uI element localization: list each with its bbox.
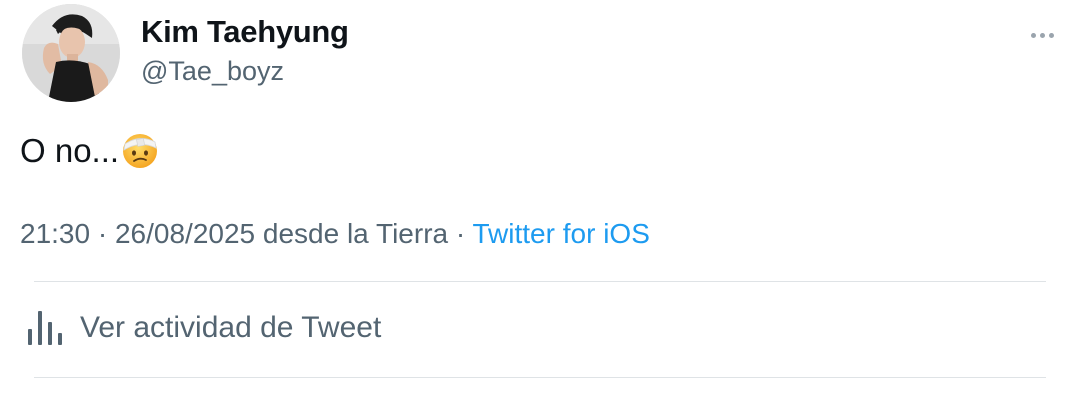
display-name[interactable]: Kim Taehyung bbox=[141, 14, 349, 50]
meta-separator: · bbox=[90, 218, 115, 249]
more-options-icon[interactable] bbox=[1024, 20, 1060, 50]
tweet-text: O no... bbox=[20, 132, 159, 170]
bar-chart-icon bbox=[28, 311, 62, 345]
user-handle[interactable]: @Tae_boyz bbox=[141, 56, 284, 87]
tweet-time[interactable]: 21:30 bbox=[20, 218, 90, 249]
tweet-body: O no... bbox=[20, 132, 120, 169]
more-dot bbox=[1048, 32, 1054, 38]
divider bbox=[34, 281, 1046, 282]
more-dot bbox=[1030, 32, 1036, 38]
avatar[interactable] bbox=[22, 4, 120, 102]
profile-photo bbox=[22, 4, 120, 102]
tweet-location: desde la Tierra bbox=[255, 218, 449, 249]
tweet-date[interactable]: 26/08/2025 bbox=[115, 218, 255, 249]
activity-label: Ver actividad de Tweet bbox=[80, 311, 382, 344]
tweet-metadata: 21:30 · 26/08/2025 desde la Tierra · Twi… bbox=[20, 218, 650, 250]
meta-separator: · bbox=[448, 218, 473, 249]
face-with-head-bandage-icon bbox=[123, 134, 158, 168]
more-dot bbox=[1039, 32, 1045, 38]
view-tweet-activity-button[interactable]: Ver actividad de Tweet bbox=[26, 309, 381, 347]
divider bbox=[34, 377, 1046, 378]
tweet-source-link[interactable]: Twitter for iOS bbox=[473, 218, 650, 249]
